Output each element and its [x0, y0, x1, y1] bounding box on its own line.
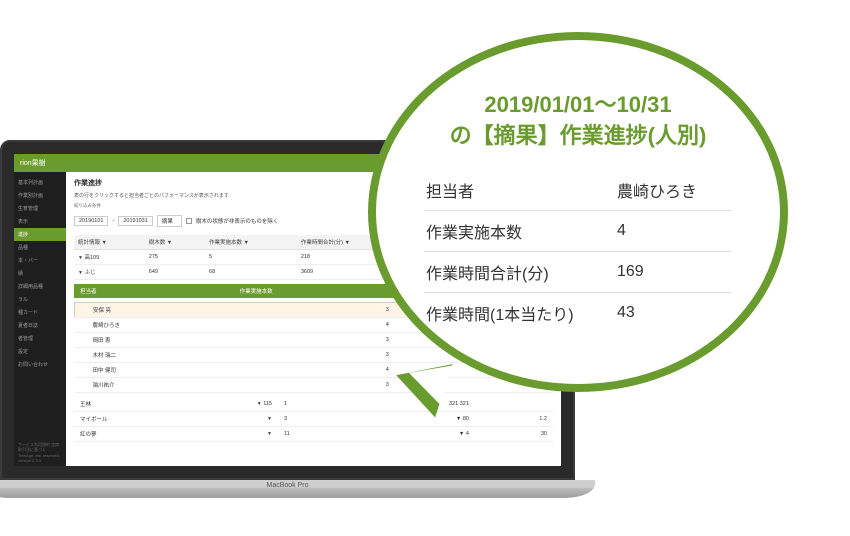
sidebar-item[interactable]: 績	[14, 267, 66, 280]
table-header[interactable]: 統計情報 ▼	[74, 235, 145, 250]
sidebar-item[interactable]: 詳細用品種	[14, 280, 66, 293]
kind-select[interactable]: 摘果	[157, 215, 182, 227]
table-header[interactable]: 作業実施本数 ▼	[205, 235, 297, 250]
sub-header-cell: 作業実施本数	[234, 284, 394, 298]
sidebar-item[interactable]: 夏者日誌	[14, 319, 66, 332]
laptop-brand-label: MacBook Pro	[0, 482, 595, 489]
table-row[interactable]: 紅の夢▼ 11▼ 430	[74, 427, 553, 442]
sidebar-item[interactable]: 作業別計画	[14, 189, 66, 202]
variety-table: 王林▼ 1151321 321マイボール▼ 3▼ 801.2紅の夢▼ 11▼ 4…	[74, 397, 553, 442]
date-to-input[interactable]: 20191031	[118, 216, 152, 226]
bubble-row: 担当者農崎ひろき	[424, 170, 732, 211]
bubble-table: 担当者農崎ひろき作業実施本数4作業時間合計(分)169作業時間(1本当たり)43	[424, 170, 732, 333]
bubble-row: 作業実施本数4	[424, 210, 732, 251]
bubble-row: 作業時間(1本当たり)43	[424, 292, 732, 333]
exclude-label: 樹木の状態が非表示のものを除く	[196, 217, 279, 225]
sidebar-item[interactable]: 生育管理	[14, 202, 66, 215]
date-from-input[interactable]: 20190101	[74, 216, 108, 226]
bubble-row: 作業時間合計(分)169	[424, 251, 732, 292]
table-row[interactable]: 湯川祐介3124	[75, 378, 553, 393]
sidebar: 基本列計画作業別計画生育管理表示進捗品種本・バー績詳細用品種ラル種カード夏者日誌…	[14, 172, 66, 466]
sidebar-item[interactable]: ラル	[14, 293, 66, 306]
sidebar-item[interactable]: 進捗	[14, 228, 66, 241]
sidebar-item[interactable]: 品種	[14, 241, 66, 254]
table-row[interactable]: 王林▼ 1151321 321	[74, 397, 553, 412]
sidebar-footer: サービス利用規約 定商取引法に基づく TreeAge, Inc. reserve…	[14, 439, 66, 466]
sidebar-item[interactable]: 基本列計画	[14, 176, 66, 189]
sidebar-item[interactable]: 表示	[14, 215, 66, 228]
bubble-title: 2019/01/01〜10/31 の【摘果】作業進捗(人別)	[450, 90, 707, 152]
table-row[interactable]: マイボール▼ 3▼ 801.2	[74, 412, 553, 427]
callout-bubble: 2019/01/01〜10/31 の【摘果】作業進捗(人別) 担当者農崎ひろき作…	[368, 32, 788, 392]
sidebar-item[interactable]: 本・バー	[14, 254, 66, 267]
sub-header-cell: 担当者	[74, 284, 234, 298]
sidebar-item[interactable]: 種カード	[14, 306, 66, 319]
table-header[interactable]: 樹木数 ▼	[145, 235, 205, 250]
sidebar-item[interactable]: 設定	[14, 345, 66, 358]
exclude-checkbox[interactable]	[186, 218, 192, 224]
sidebar-item[interactable]: お問い合わせ	[14, 358, 66, 371]
laptop-base: MacBook Pro	[0, 480, 595, 498]
app-name: rion果樹	[20, 158, 46, 168]
sidebar-item[interactable]: 者管理	[14, 332, 66, 345]
